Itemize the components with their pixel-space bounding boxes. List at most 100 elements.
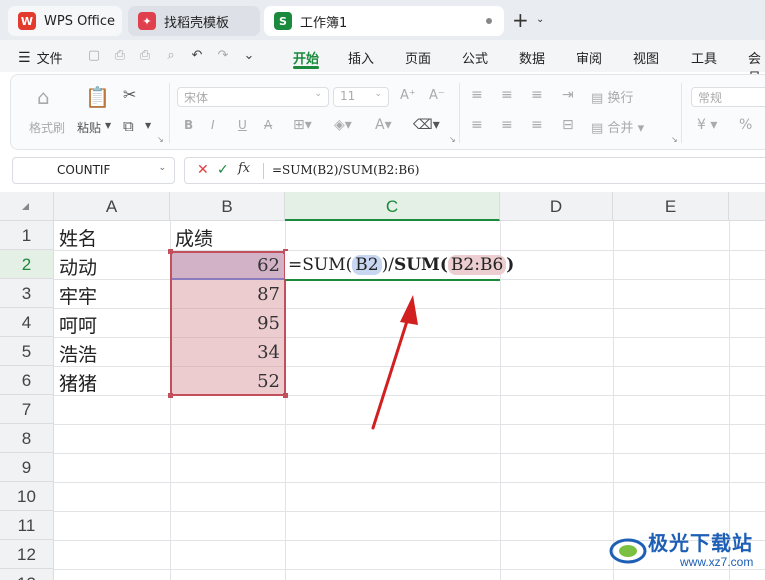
new-tab-plus-icon[interactable]: + bbox=[512, 10, 529, 30]
bold-icon[interactable]: B bbox=[184, 118, 193, 132]
row-header-8[interactable]: 8 bbox=[0, 424, 54, 453]
clipboard-launcher-icon[interactable]: ↘ bbox=[157, 135, 164, 144]
tab-wps-office[interactable]: W WPS Office bbox=[8, 6, 122, 36]
chevron-down-icon[interactable]: ⌄ bbox=[158, 163, 166, 173]
align-left-icon[interactable]: ≡ bbox=[471, 117, 483, 133]
redo-icon[interactable]: ↷ bbox=[215, 48, 231, 64]
number-format-select[interactable]: 常规 bbox=[691, 87, 765, 107]
cell-a5[interactable]: 浩浩 bbox=[55, 340, 170, 367]
font-size-select[interactable]: 11 ⌄ bbox=[333, 87, 389, 107]
fill-color-icon[interactable]: ◈▾ bbox=[334, 117, 352, 133]
paste-chevron-icon[interactable]: ▼ bbox=[105, 121, 111, 130]
copy-chevron-icon[interactable]: ▼ bbox=[145, 121, 151, 130]
save-icon[interactable]: ▢ bbox=[86, 48, 102, 64]
name-box[interactable]: COUNTIF ⌄ bbox=[12, 157, 175, 184]
font-name-select[interactable]: 宋体 ⌄ bbox=[177, 87, 329, 107]
row-header-5[interactable]: 5 bbox=[0, 337, 54, 366]
cell-a1[interactable]: 姓名 bbox=[55, 224, 170, 251]
tab-insert[interactable]: 插入 bbox=[348, 48, 374, 67]
format-painter-icon[interactable]: ⌂ bbox=[37, 85, 50, 109]
cancel-icon[interactable]: ✕ bbox=[197, 162, 209, 178]
row-header-10[interactable]: 10 bbox=[0, 482, 54, 511]
column-header-b[interactable]: B bbox=[170, 192, 285, 221]
border-icon[interactable]: ⊞▾ bbox=[293, 117, 312, 133]
strikethrough-icon[interactable]: A bbox=[264, 118, 272, 132]
clear-format-icon[interactable]: ⌫▾ bbox=[413, 117, 440, 133]
quick-access-chevron-icon[interactable]: ⌄ bbox=[241, 48, 257, 64]
row-header-1[interactable]: 1 bbox=[0, 221, 54, 250]
select-all-corner[interactable] bbox=[0, 192, 54, 221]
row-header-13[interactable]: 13 bbox=[0, 569, 54, 580]
column-header-f[interactable] bbox=[729, 192, 765, 221]
column-header-e[interactable]: E bbox=[613, 192, 729, 221]
cell-a2[interactable]: 动动 bbox=[55, 253, 170, 280]
cell-c2-editor[interactable]: =SUM(B2)/SUM(B2:B6) bbox=[285, 251, 514, 281]
range-handle[interactable] bbox=[283, 393, 288, 398]
cell-b1[interactable]: 成绩 bbox=[171, 224, 285, 251]
formula-bar[interactable]: ✕ ✓ fx =SUM(B2)/SUM(B2:B6) bbox=[184, 157, 765, 184]
paste-icon[interactable]: 📋 bbox=[85, 85, 110, 109]
tab-tools[interactable]: 工具 bbox=[691, 48, 717, 67]
distributed-icon[interactable]: ⊟ bbox=[562, 117, 574, 133]
decrease-font-icon[interactable]: A⁻ bbox=[429, 88, 445, 103]
insert-function-icon[interactable]: fx bbox=[238, 161, 250, 176]
tab-workbook[interactable]: S 工作簿1 bbox=[264, 6, 504, 36]
export-pdf-icon[interactable]: ⎙ bbox=[112, 48, 128, 64]
cut-icon[interactable]: ✂ bbox=[123, 85, 136, 104]
tab-home[interactable]: 开始 bbox=[293, 48, 319, 67]
copy-icon[interactable]: ⧉ bbox=[123, 117, 134, 135]
row-header-7[interactable]: 7 bbox=[0, 395, 54, 424]
tab-data[interactable]: 数据 bbox=[519, 48, 545, 67]
undo-icon[interactable]: ↶ bbox=[189, 48, 205, 64]
cell-b6[interactable]: 52 bbox=[171, 371, 284, 392]
cell-a4[interactable]: 呵呵 bbox=[55, 311, 170, 338]
column-header-c[interactable]: C bbox=[285, 192, 500, 221]
print-preview-icon[interactable]: ⌕ bbox=[163, 48, 179, 64]
wrap-text-button[interactable]: ▤ 换行 bbox=[591, 87, 633, 106]
cell-b4[interactable]: 95 bbox=[171, 313, 284, 334]
merge-cells-button[interactable]: ▤ 合并 ▾ bbox=[591, 117, 644, 136]
align-right-icon[interactable]: ≡ bbox=[531, 117, 543, 133]
percent-button[interactable]: % bbox=[739, 117, 752, 133]
column-header-d[interactable]: D bbox=[500, 192, 613, 221]
row-header-9[interactable]: 9 bbox=[0, 453, 54, 482]
spreadsheet-grid[interactable]: A B C D E 1 2 3 4 5 6 7 8 9 10 11 12 13 … bbox=[0, 192, 765, 580]
tab-review[interactable]: 审阅 bbox=[576, 48, 602, 67]
tab-view[interactable]: 视图 bbox=[633, 48, 659, 67]
chevron-down-icon[interactable]: ⌄ bbox=[536, 14, 544, 25]
align-center-icon[interactable]: ≡ bbox=[501, 117, 513, 133]
currency-button[interactable]: ¥ ▾ bbox=[697, 117, 717, 133]
align-bottom-icon[interactable]: ≡ bbox=[531, 87, 543, 103]
row-header-2[interactable]: 2 bbox=[0, 250, 54, 279]
cell-a6[interactable]: 猪猪 bbox=[55, 369, 170, 396]
row-header-3[interactable]: 3 bbox=[0, 279, 54, 308]
column-header-a[interactable]: A bbox=[54, 192, 170, 221]
underline-icon[interactable]: U bbox=[238, 118, 247, 132]
paste-label[interactable]: 粘贴 bbox=[77, 119, 101, 136]
row-header-4[interactable]: 4 bbox=[0, 308, 54, 337]
row-header-6[interactable]: 6 bbox=[0, 366, 54, 395]
file-menu[interactable]: ☰ 文件 bbox=[18, 48, 63, 68]
cell-b5[interactable]: 34 bbox=[171, 342, 284, 363]
align-top-icon[interactable]: ≡ bbox=[471, 87, 483, 103]
increase-font-icon[interactable]: A⁺ bbox=[400, 88, 416, 103]
alignment-launcher-icon[interactable]: ↘ bbox=[671, 135, 678, 144]
font-launcher-icon[interactable]: ↘ bbox=[449, 135, 456, 144]
indent-icon[interactable]: ⇥ bbox=[562, 87, 574, 103]
align-middle-icon[interactable]: ≡ bbox=[501, 87, 513, 103]
formula-ref-b2-b6[interactable]: B2:B6 bbox=[447, 255, 507, 275]
tab-page[interactable]: 页面 bbox=[405, 48, 431, 67]
font-color-icon[interactable]: A▾ bbox=[375, 117, 392, 133]
format-painter-label[interactable]: 格式刷 bbox=[29, 119, 65, 136]
row-header-11[interactable]: 11 bbox=[0, 511, 54, 540]
italic-icon[interactable]: I bbox=[211, 118, 215, 132]
cell-a3[interactable]: 牢牢 bbox=[55, 282, 170, 309]
print-icon[interactable]: ⎙ bbox=[137, 48, 153, 64]
formula-ref-b2[interactable]: B2 bbox=[352, 255, 382, 275]
tab-formula[interactable]: 公式 bbox=[462, 48, 488, 67]
cell-b3[interactable]: 87 bbox=[171, 284, 284, 305]
confirm-icon[interactable]: ✓ bbox=[217, 162, 229, 178]
row-header-12[interactable]: 12 bbox=[0, 540, 54, 569]
formula-input[interactable]: =SUM(B2)/SUM(B2:B6) bbox=[272, 163, 419, 177]
cell-b2[interactable]: 62 bbox=[171, 255, 284, 276]
